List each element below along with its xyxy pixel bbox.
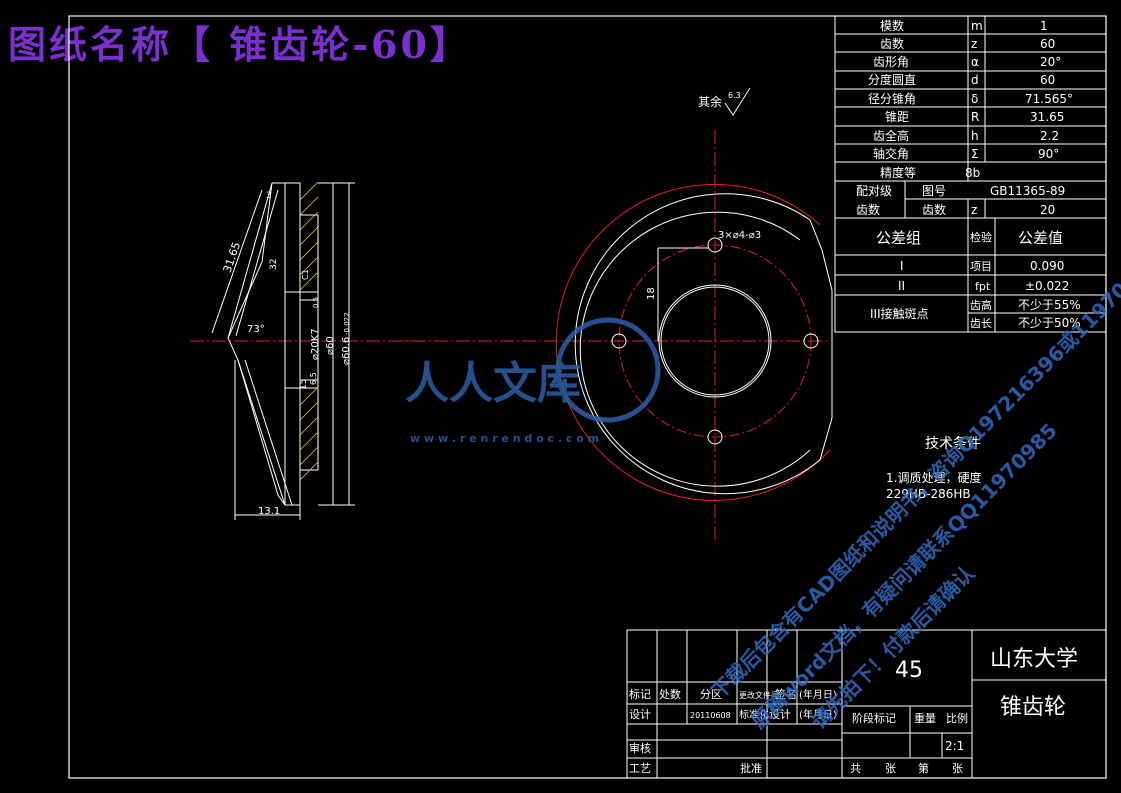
- param-name: 齿全高: [873, 128, 909, 143]
- param-name: 轴交角: [873, 146, 909, 161]
- dim-angle: 73°: [247, 324, 265, 335]
- tol-group-2: II: [898, 279, 905, 293]
- tb-col-count: 处数: [659, 688, 681, 701]
- param-value: 90°: [1038, 147, 1059, 161]
- param-name: 齿数: [880, 36, 904, 51]
- param-symbol: R: [971, 110, 979, 124]
- drawing-no-label: 图号: [922, 184, 946, 198]
- tb-design: 设计: [629, 708, 651, 721]
- param-name: 模数: [880, 18, 904, 33]
- section-dimensions: 31.65 13.1 ⌀20K7 ⌀60 ⌀60.6 -0.022 73° 32…: [221, 191, 352, 517]
- tol-value-1: 0.090: [1030, 259, 1064, 273]
- param-value: 20°: [1040, 55, 1061, 69]
- tb-process: 工艺: [629, 762, 651, 775]
- param-symbol: h: [971, 129, 979, 143]
- tb-approve: 批准: [740, 761, 762, 775]
- watermark-url: w w w . r e n r e n d o c . c o m: [410, 432, 599, 445]
- tol-item-2: fpt: [975, 280, 991, 293]
- dim-15: 15: [299, 379, 309, 390]
- mating-label-bottom: 齿数: [856, 202, 880, 217]
- param-name: 径分锥角: [868, 92, 916, 106]
- tolerance-value-label: 公差值: [1018, 229, 1063, 247]
- roughness-value: 6.3: [728, 91, 741, 100]
- dim-holes: 3×⌀4-⌀3: [718, 230, 761, 241]
- precision-value: 8b: [965, 166, 980, 180]
- mating-teeth-value: 20: [1040, 203, 1055, 217]
- front-view: [390, 130, 833, 540]
- dim-3: 3: [266, 191, 272, 201]
- tb-col-mark: 标记: [629, 687, 651, 701]
- watermark-logo: 人人文库: [405, 358, 581, 409]
- param-symbol: Σ: [971, 147, 979, 161]
- mating-teeth-symbol: z: [971, 203, 977, 217]
- roughness-label: 其余: [698, 94, 722, 109]
- dim-width: 13.1: [258, 506, 280, 517]
- drawing-sheet: 图纸名称【 锥齿轮-60】 31.65 13.1 ⌀20K7 ⌀60 ⌀60.6…: [0, 0, 1121, 793]
- tb-review: 审核: [629, 741, 651, 755]
- tb-sheet-no: 第: [918, 761, 929, 775]
- dim-c1: C1: [301, 269, 310, 280]
- tol-group-3: III接触斑点: [870, 306, 929, 321]
- param-value: 2.2: [1040, 129, 1059, 143]
- contact-item-2: 齿长: [970, 317, 992, 330]
- param-name: 锥距: [885, 110, 909, 124]
- dim-65: 6.5: [309, 372, 318, 385]
- tb-sheet-total: 共: [850, 762, 861, 775]
- param-value: 60: [1040, 37, 1055, 51]
- param-value: 31.65: [1030, 110, 1064, 124]
- school-name: 山东大学: [990, 647, 1078, 672]
- dim-18: 18: [646, 287, 657, 300]
- dim-bore: ⌀20K7: [310, 328, 321, 360]
- tb-weight-label: 重量: [914, 711, 936, 725]
- param-symbol: m: [971, 19, 983, 33]
- param-value: 60: [1040, 73, 1055, 87]
- param-value: 1: [1040, 19, 1048, 33]
- tolerance-check-label: 检验: [970, 230, 992, 244]
- tol-value-2: ±0.022: [1025, 279, 1069, 293]
- tolerance-group-label: 公差组: [876, 229, 921, 247]
- param-symbol: δ: [971, 92, 978, 106]
- drawing-no-value: GB11365-89: [990, 184, 1065, 198]
- section-view: [190, 181, 415, 520]
- watermark-diagonal-2: 原稿word文档，有疑问请联系QQ11970985: [747, 418, 1062, 733]
- material: 45: [895, 658, 923, 683]
- dim-hub: ⌀60: [325, 336, 336, 355]
- tb-stage-label: 阶段标记: [852, 711, 896, 725]
- param-value: 71.565°: [1025, 92, 1073, 106]
- tol-item-1: 项目: [970, 260, 992, 273]
- contact-value-1: 不少于55%: [1018, 298, 1081, 312]
- param-symbol: d: [971, 73, 979, 87]
- precision-label: 精度等: [880, 165, 916, 180]
- dim-small: 0.5: [312, 297, 320, 308]
- param-symbol: z: [971, 37, 977, 51]
- dim-tol: -0.022: [343, 312, 351, 335]
- tol-group-1: I: [900, 259, 904, 273]
- title-block-text: 45 山东大学 锥齿轮 标记 处数 分区 更改文件号 签名 (年月日) 设计 2…: [629, 647, 1078, 775]
- part-name: 锥齿轮: [1000, 695, 1066, 720]
- dim-cone-distance: 31.65: [221, 240, 244, 274]
- param-name: 分度圆直: [868, 72, 916, 87]
- mating-teeth-label: 齿数: [922, 202, 946, 217]
- tb-scale: 2:1: [945, 739, 964, 753]
- contact-item-1: 齿高: [970, 298, 992, 312]
- dim-32: 32: [269, 259, 279, 270]
- outer-frame: [68, 15, 1107, 779]
- tb-sheet-unit2: 张: [952, 762, 963, 775]
- tb-sheet-unit: 张: [885, 762, 896, 775]
- cad-drawing: 31.65 13.1 ⌀20K7 ⌀60 ⌀60.6 -0.022 73° 32…: [68, 15, 1121, 779]
- mating-label-top: 配对级: [856, 184, 892, 198]
- tb-scale-label: 比例: [946, 711, 968, 725]
- dim-outer: ⌀60.6: [341, 337, 352, 365]
- tb-design-date: 20110608: [690, 711, 731, 720]
- param-symbol: α: [971, 55, 979, 69]
- param-name: 齿形角: [873, 55, 909, 69]
